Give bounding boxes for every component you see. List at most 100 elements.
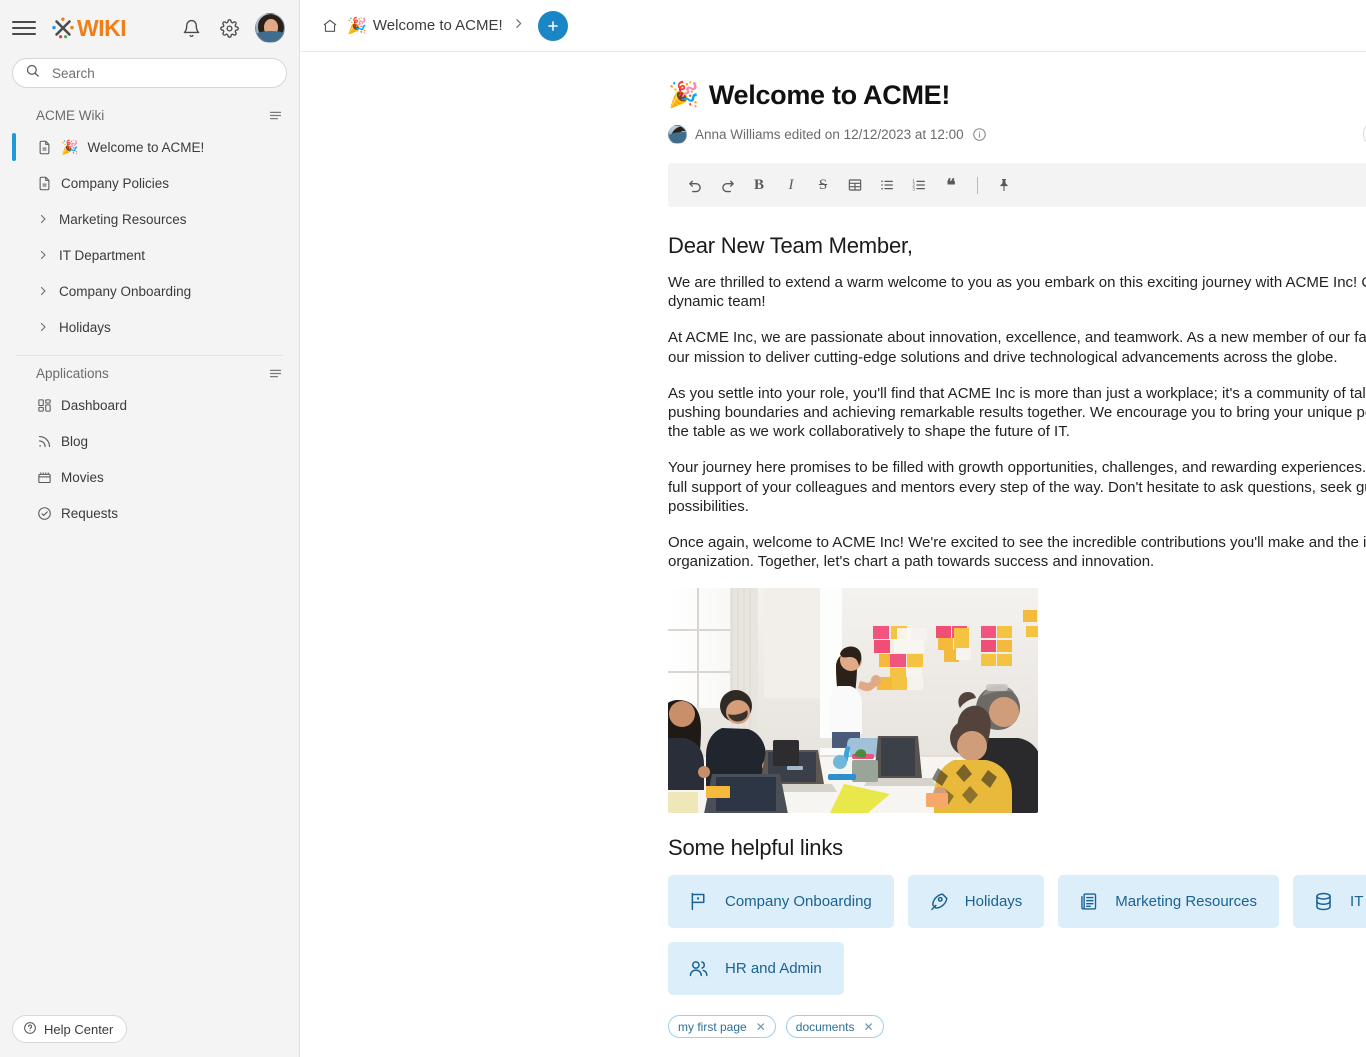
help-center-button[interactable]: Help Center	[12, 1015, 128, 1043]
add-page-button[interactable]	[537, 10, 568, 41]
wiki-section-title: ACME Wiki	[36, 108, 105, 123]
sidebar-item-holidays[interactable]: Holidays	[0, 309, 299, 345]
link-card-marketing-resources[interactable]: Marketing Resources	[1058, 875, 1280, 929]
section-menu-icon[interactable]	[268, 366, 283, 381]
link-card-label: Holidays	[964, 893, 1023, 911]
app-root: WIKI Search ACME Wiki 🎉 Welcome to ACME!…	[0, 0, 1366, 1057]
section-menu-icon[interactable]	[268, 108, 283, 123]
sidebar-item-label: Dashboard	[61, 397, 128, 413]
sidebar-item-label: Company Onboarding	[59, 283, 192, 299]
sidebar-item-marketing-resources[interactable]: Marketing Resources	[0, 201, 299, 237]
home-icon[interactable]	[322, 18, 338, 34]
numbered-list-icon[interactable]: 1 2 3	[904, 170, 934, 200]
brand-name: WIKI	[77, 14, 127, 41]
sidebar-item-company-policies[interactable]: Company Policies	[0, 165, 299, 201]
chevron-right-icon[interactable]	[36, 249, 50, 261]
paragraph: As you settle into your role, you'll fin…	[668, 384, 1366, 441]
link-card-hr-and-admin[interactable]: HR and Admin	[668, 942, 844, 996]
svg-text:3: 3	[912, 186, 915, 191]
tag-label: my first page	[678, 1019, 747, 1034]
chevron-right-icon[interactable]	[36, 213, 50, 225]
close-icon[interactable]: ✕	[756, 1020, 766, 1034]
quote-icon[interactable]: ❝	[936, 170, 966, 200]
clapperboard-icon	[36, 469, 52, 485]
paragraph: Once again, welcome to ACME Inc! We're e…	[668, 533, 1366, 571]
table-icon[interactable]	[840, 170, 870, 200]
undo-icon[interactable]	[680, 170, 710, 200]
link-card-label: Marketing Resources	[1115, 893, 1258, 911]
bold-icon[interactable]: B	[744, 170, 774, 200]
rss-icon	[36, 433, 52, 449]
chevron-right-icon	[512, 17, 525, 34]
page-title-text: Welcome to ACME!	[708, 80, 951, 110]
search-icon	[25, 63, 40, 83]
chevron-right-icon[interactable]	[36, 285, 50, 297]
document-actions: 99+ 4	[1362, 121, 1366, 147]
applications-section-title: Applications	[36, 366, 109, 381]
xwiki-logo-icon	[50, 15, 76, 41]
link-card-holidays[interactable]: Holidays	[907, 875, 1045, 929]
author-avatar[interactable]	[668, 124, 687, 144]
toolbar-divider	[977, 176, 978, 194]
link-card-it-department[interactable]: IT Department	[1293, 875, 1366, 929]
sidebar-header: WIKI	[0, 0, 299, 56]
bullet-list-icon[interactable]	[872, 170, 902, 200]
pin-icon[interactable]	[989, 170, 1019, 200]
sidebar-item-it-department[interactable]: IT Department	[0, 237, 299, 273]
strikethrough-icon[interactable]: S	[808, 170, 838, 200]
bell-icon[interactable]	[179, 16, 203, 40]
link-card-label: HR and Admin	[725, 960, 822, 978]
link-card-label: Company Onboarding	[725, 893, 872, 911]
wiki-section-header: ACME Wiki	[0, 98, 299, 129]
sidebar-header-actions	[179, 13, 285, 43]
search-input[interactable]	[50, 64, 274, 82]
user-avatar[interactable]	[255, 13, 285, 43]
xwiki-logo[interactable]: WIKI	[50, 14, 127, 41]
flag-icon	[688, 891, 710, 912]
sidebar-item-welcome-to-acme[interactable]: 🎉 Welcome to ACME!	[0, 129, 299, 165]
chevron-right-icon[interactable]	[36, 321, 50, 333]
users-icon	[688, 958, 710, 979]
tag-label: documents	[795, 1019, 855, 1034]
sidebar-item-label: Movies	[61, 469, 104, 485]
tag-my-first-page[interactable]: my first page ✕	[668, 1015, 776, 1039]
sidebar-item-label: Company Policies	[61, 175, 170, 191]
sidebar-item-requests[interactable]: Requests	[0, 495, 299, 531]
last-edited-text: Anna Williams edited on 12/12/2023 at 12…	[695, 126, 964, 142]
link-card-company-onboarding[interactable]: Company Onboarding	[668, 875, 894, 929]
redo-icon[interactable]	[712, 170, 742, 200]
breadcrumb-bar: 🎉 Welcome to ACME!	[300, 0, 1366, 52]
sidebar-item-blog[interactable]: Blog	[0, 423, 299, 459]
document-meta-row: Anna Williams edited on 12/12/2023 at 12…	[668, 121, 1366, 147]
paragraph: We are thrilled to extend a warm welcome…	[668, 274, 1366, 311]
help-center-label: Help Center	[44, 1021, 114, 1037]
paragraph: At ACME Inc, we are passionate about inn…	[668, 329, 1366, 366]
hamburger-icon[interactable]	[12, 16, 36, 40]
document-scroll-area[interactable]: 🎉 Welcome to ACME! Anna Williams edited …	[300, 52, 1366, 1057]
page-icon	[36, 139, 52, 155]
search-container	[0, 56, 299, 98]
team-brainstorming-photo	[668, 588, 1038, 814]
helpful-links-heading: Some helpful links	[668, 835, 843, 861]
sidebar-item-company-onboarding[interactable]: Company Onboarding	[0, 273, 299, 309]
page-title-emoji: 🎉	[668, 81, 699, 109]
tag-documents[interactable]: documents ✕	[785, 1015, 884, 1039]
main-content: 🎉 Welcome to ACME! 🎉 Welcome to ACME! An…	[300, 0, 1366, 1057]
page-emoji: 🎉	[61, 138, 79, 155]
breadcrumb-emoji: 🎉	[347, 17, 367, 35]
italic-icon[interactable]: I	[776, 170, 806, 200]
sidebar-item-movies[interactable]: Movies	[0, 459, 299, 495]
sidebar-item-label: IT Department	[59, 247, 146, 263]
dashboard-icon	[36, 397, 52, 413]
gear-icon[interactable]	[217, 16, 241, 40]
breadcrumb[interactable]: 🎉 Welcome to ACME!	[347, 16, 503, 36]
info-icon[interactable]	[972, 127, 987, 142]
rocket-icon	[928, 891, 950, 912]
sidebar-item-label: Requests	[61, 505, 119, 521]
link-card-label: IT Department	[1350, 893, 1366, 911]
search-box[interactable]	[12, 58, 287, 88]
editor-toolbar: B I S 1 2 3 ❝	[668, 163, 1366, 207]
like-button[interactable]: 99+	[1362, 121, 1366, 147]
sidebar-item-dashboard[interactable]: Dashboard	[0, 387, 299, 423]
close-icon[interactable]: ✕	[863, 1020, 873, 1034]
